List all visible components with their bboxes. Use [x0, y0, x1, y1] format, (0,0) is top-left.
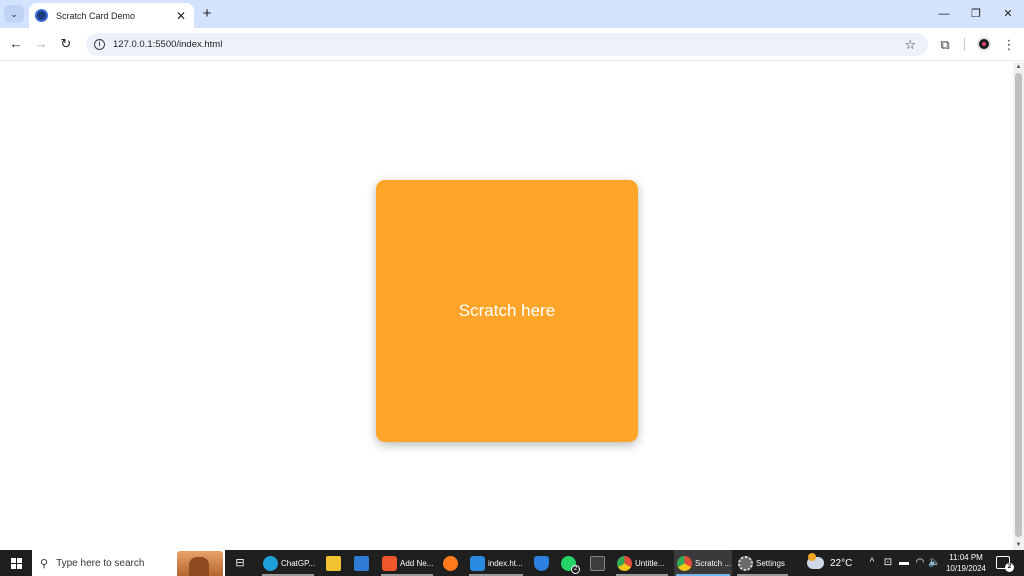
- restore-button[interactable]: ❐: [966, 6, 986, 22]
- back-button[interactable]: ←: [8, 36, 24, 52]
- clock-date: 10/19/2024: [945, 564, 987, 573]
- partly-cloudy-icon: [807, 553, 824, 569]
- browser-toolbar: ← → ↻ i 127.0.0.1:5500/index.html ☆ ⧉ ⋮: [0, 28, 1024, 61]
- chrome-icon: [617, 555, 632, 571]
- edge-icon: [263, 555, 278, 571]
- taskbar-app-store[interactable]: [351, 550, 373, 576]
- firefox-icon: [443, 555, 458, 571]
- page-scrollbar[interactable]: ▲ ▼: [1013, 62, 1024, 550]
- store-icon: [354, 555, 369, 571]
- taskbar-app-file-explorer[interactable]: [323, 550, 345, 576]
- folder-icon: [326, 555, 341, 571]
- taskbar-app-terminal[interactable]: [587, 550, 609, 576]
- tray-chevron-icon[interactable]: ^: [866, 557, 878, 569]
- meet-now-icon[interactable]: ⊡: [882, 557, 894, 569]
- terminal-icon: [590, 555, 605, 571]
- tab-search-chevron-icon[interactable]: ⌄: [4, 5, 24, 23]
- tab-favicon-icon: [35, 9, 48, 22]
- start-button[interactable]: [0, 550, 32, 576]
- search-placeholder: Type here to search: [56, 557, 145, 569]
- windows-logo-icon: [10, 557, 22, 569]
- taskbar-search-box[interactable]: ⚲ Type here to search: [32, 550, 225, 576]
- taskbar-app-firefox[interactable]: [440, 550, 462, 576]
- clock-time: 11:04 PM: [949, 553, 983, 562]
- scroll-down-arrow-icon[interactable]: ▼: [1013, 540, 1024, 550]
- wifi-icon[interactable]: ◠: [914, 557, 926, 569]
- scroll-thumb[interactable]: [1015, 73, 1022, 537]
- weather-temperature: 22°C: [830, 557, 853, 569]
- search-icon: ⚲: [40, 557, 49, 570]
- taskbar-app-vscode[interactable]: index.ht...: [467, 550, 525, 576]
- scroll-up-arrow-icon[interactable]: ▲: [1013, 62, 1024, 72]
- shield-icon: [534, 555, 549, 571]
- minimize-button[interactable]: —: [934, 6, 954, 22]
- close-window-button[interactable]: ✕: [998, 6, 1018, 22]
- taskbar-app-edge[interactable]: ChatGP...: [260, 550, 316, 576]
- system-clock[interactable]: 11:04 PM 10/19/2024: [940, 552, 992, 574]
- browser-menu-icon[interactable]: ⋮: [1000, 36, 1018, 54]
- profile-avatar-icon[interactable]: [977, 37, 991, 51]
- brave-icon: [382, 555, 397, 571]
- taskbar-app-chrome-untitled[interactable]: Untitle...: [614, 550, 670, 576]
- volume-icon[interactable]: 🔈: [928, 557, 940, 569]
- toolbar-divider: [964, 38, 965, 51]
- taskbar-app-chrome-scratch[interactable]: Scratch ...: [674, 550, 732, 576]
- scratch-card-label: Scratch here: [458, 301, 556, 320]
- search-highlight-image: [177, 551, 223, 576]
- bookmark-star-icon[interactable]: ☆: [904, 37, 916, 53]
- forward-button[interactable]: →: [33, 36, 49, 52]
- whatsapp-badge: 2: [571, 564, 580, 574]
- whatsapp-icon: 2: [561, 555, 580, 574]
- tab-close-icon[interactable]: ✕: [174, 9, 188, 23]
- vscode-icon: [470, 555, 485, 571]
- weather-widget[interactable]: 22°C: [807, 550, 852, 576]
- extensions-icon[interactable]: ⧉: [936, 36, 954, 54]
- url-text[interactable]: 127.0.0.1:5500/index.html: [113, 39, 904, 50]
- task-view-icon[interactable]: ⊟: [232, 556, 248, 570]
- notification-count-badge: 2: [1005, 563, 1014, 572]
- taskbar-app-whatsapp[interactable]: 2: [558, 550, 582, 576]
- address-bar[interactable]: i 127.0.0.1:5500/index.html ☆: [86, 33, 928, 56]
- tab-title: Scratch Card Demo: [56, 10, 136, 21]
- taskbar: ⚲ Type here to search ⊟ ChatGP... Add Ne…: [0, 550, 1024, 576]
- new-tab-button[interactable]: +: [199, 5, 215, 23]
- taskbar-app-defender[interactable]: [531, 550, 553, 576]
- taskbar-app-brave[interactable]: Add Ne...: [379, 550, 435, 576]
- battery-icon[interactable]: ▬: [898, 557, 910, 569]
- scratch-card[interactable]: Scratch here: [376, 180, 638, 442]
- taskbar-app-settings[interactable]: Settings: [735, 550, 790, 576]
- gear-icon: [738, 555, 753, 571]
- site-info-icon[interactable]: i: [94, 39, 105, 50]
- tab-scratch-card-demo[interactable]: Scratch Card Demo ✕: [29, 3, 194, 28]
- chrome-icon: [677, 555, 692, 571]
- browser-tab-strip: ⌄ Scratch Card Demo ✕ + — ❐ ✕: [0, 0, 1024, 28]
- page-viewport: Scratch here: [0, 62, 1013, 550]
- reload-button[interactable]: ↻: [58, 36, 74, 52]
